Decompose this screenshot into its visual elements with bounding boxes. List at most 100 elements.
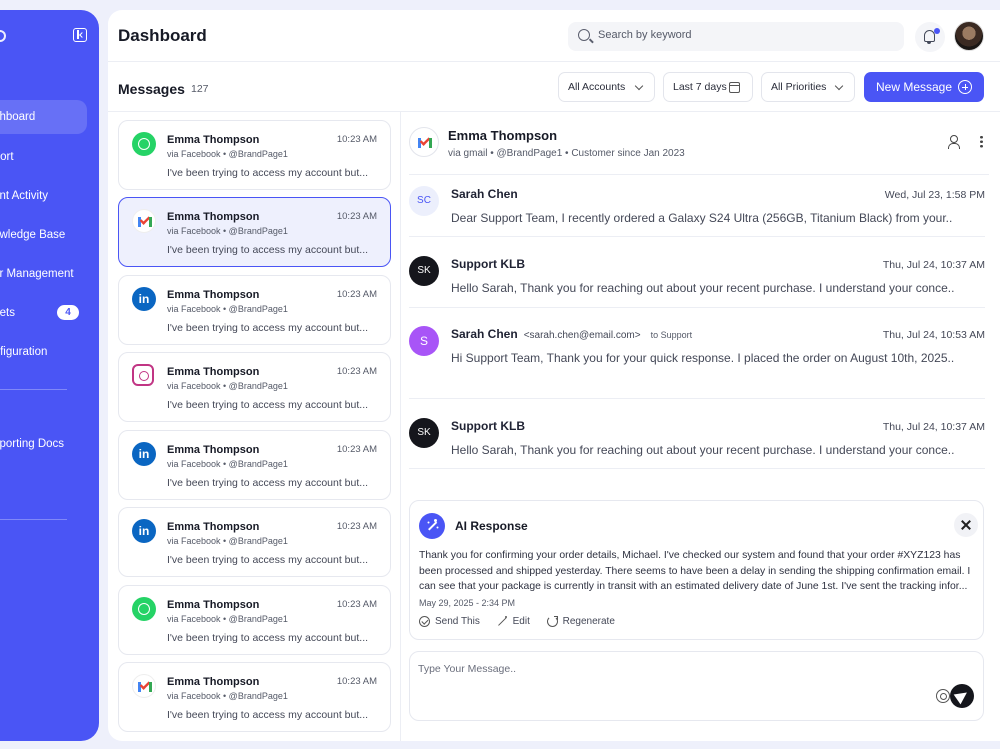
ai-response-actions: Send This Edit Regenerate xyxy=(419,616,629,627)
sidebar-item-configuration[interactable]: Configuration xyxy=(0,335,99,369)
more-options-icon[interactable] xyxy=(980,135,983,148)
sender-name: Sarah Chen <sarah.chen@email.com> to Suppo… xyxy=(451,327,692,341)
sender-name-text: Sarah Chen xyxy=(451,327,518,341)
whatsapp-icon xyxy=(132,132,156,156)
message-card[interactable]: Emma Thompson 10:23 AM via Facebook • @B… xyxy=(118,120,391,190)
message-timestamp: Thu, Jul 24, 10:37 AM xyxy=(882,259,985,271)
sidebar-item-user-management[interactable]: User Management xyxy=(0,257,99,291)
sender-name: Support KLB xyxy=(451,257,525,271)
message-body: Hi Support Team, Thank you for your quic… xyxy=(451,351,955,365)
messages-toolbar: Messages 127 All Accounts Last 7 days Al… xyxy=(108,62,1000,112)
ai-response-line: can see that your package is currently i… xyxy=(419,581,968,592)
sidebar-item-agent-activity[interactable]: Agent Activity xyxy=(0,179,99,213)
search-icon xyxy=(578,29,590,41)
message-card-selected[interactable]: Emma Thompson 10:23 AM via Facebook • @B… xyxy=(118,197,391,267)
sidebar-item-label: Knowledge Base xyxy=(0,229,66,241)
gmail-icon xyxy=(409,127,439,157)
accounts-filter-label: All Accounts xyxy=(568,81,626,93)
sidebar-item-dashboard[interactable]: Dashboard xyxy=(0,100,87,134)
message-via: via Facebook • @BrandPage1 xyxy=(167,536,288,546)
message-preview: I've been trying to access my account bu… xyxy=(167,709,369,721)
message-card[interactable]: Emma Thompson 10:23 AM via Facebook • @B… xyxy=(118,352,391,422)
message-time: 10:23 AM xyxy=(336,444,377,455)
send-this-button[interactable]: Send This xyxy=(419,616,480,627)
new-message-button[interactable]: New Message xyxy=(864,72,984,102)
thread-divider xyxy=(409,307,985,308)
refresh-icon xyxy=(546,616,558,627)
whatsapp-icon xyxy=(132,597,156,621)
notifications-button[interactable] xyxy=(915,22,945,52)
priorities-filter-dropdown[interactable]: All Priorities xyxy=(761,72,855,102)
tickets-count-badge: 4 xyxy=(57,305,79,320)
edit-button[interactable]: Edit xyxy=(497,616,530,627)
message-preview: I've been trying to access my account bu… xyxy=(167,632,369,644)
sender-email: <sarah.chen@email.com> xyxy=(523,330,641,341)
messages-count: 127 xyxy=(191,83,209,95)
search-box[interactable] xyxy=(568,22,904,51)
sidebar-item-report[interactable]: Report xyxy=(0,140,99,174)
attachment-icon[interactable] xyxy=(936,689,950,703)
page-title: Dashboard xyxy=(118,26,207,45)
message-time: 10:23 AM xyxy=(336,211,377,222)
contact-profile-icon[interactable] xyxy=(948,135,960,149)
message-input[interactable] xyxy=(418,663,898,675)
contact-name: Emma Thompson xyxy=(448,128,558,143)
close-icon[interactable] xyxy=(954,513,978,537)
regenerate-button[interactable]: Regenerate xyxy=(546,616,615,627)
message-via: via Facebook • @BrandPage1 xyxy=(167,459,288,469)
message-card[interactable]: Emma Thompson 10:23 AM via Facebook • @B… xyxy=(118,662,391,732)
edit-label: Edit xyxy=(512,616,530,627)
sidebar-item-supporting-docs[interactable]: Supporting Docs xyxy=(0,427,99,461)
instagram-icon xyxy=(132,364,154,386)
collapse-sidebar-icon[interactable] xyxy=(73,28,87,42)
sidebar-item-label: Configuration xyxy=(0,346,48,358)
message-sender: Emma Thompson xyxy=(167,289,260,301)
message-time: 10:23 AM xyxy=(336,289,377,300)
message-sender: Emma Thompson xyxy=(167,444,260,456)
ai-response-card: AI Response Thank you for confirming you… xyxy=(409,500,984,640)
message-time: 10:23 AM xyxy=(336,134,377,145)
message-time: 10:23 AM xyxy=(336,599,377,610)
sidebar-item-label: Agent Activity xyxy=(0,190,49,202)
message-time: 10:23 AM xyxy=(336,676,377,687)
message-preview: I've been trying to access my account bu… xyxy=(167,399,369,411)
accounts-filter-dropdown[interactable]: All Accounts xyxy=(558,72,655,102)
message-body: Hello Sarah, Thank you for reaching out … xyxy=(451,443,955,457)
sidebar-item-tickets[interactable]: Tickets 4 xyxy=(0,296,99,330)
thread-divider xyxy=(409,174,989,175)
message-composer xyxy=(409,651,984,721)
sender-name: Support KLB xyxy=(451,419,525,433)
thread-divider xyxy=(409,468,985,469)
user-avatar[interactable] xyxy=(954,21,984,51)
sidebar-top xyxy=(0,28,99,48)
main-panel: Dashboard Messages 127 All Accounts Last… xyxy=(108,10,1000,741)
thread-divider xyxy=(409,398,985,399)
message-card[interactable]: Emma Thompson 10:23 AM via Facebook • @B… xyxy=(118,585,391,655)
message-card[interactable]: in Emma Thompson 10:23 AM via Facebook •… xyxy=(118,275,391,345)
send-this-label: Send This xyxy=(435,616,480,627)
messages-title: Messages xyxy=(118,81,185,97)
sidebar-item-knowledge-base[interactable]: Knowledge Base xyxy=(0,218,99,252)
message-sender: Emma Thompson xyxy=(167,599,260,611)
message-body: Dear Support Team, I recently ordered a … xyxy=(451,211,953,225)
search-input[interactable] xyxy=(598,29,888,41)
sender-name: Sarah Chen xyxy=(451,187,518,201)
message-card[interactable]: in Emma Thompson 10:23 AM via Facebook •… xyxy=(118,430,391,500)
gmail-icon xyxy=(132,674,156,698)
message-via: via Facebook • @BrandPage1 xyxy=(167,226,288,236)
message-card[interactable]: in Emma Thompson 10:23 AM via Facebook •… xyxy=(118,507,391,577)
gmail-icon xyxy=(132,209,156,233)
period-filter-dropdown[interactable]: Last 7 days xyxy=(663,72,753,102)
ai-response-line: been processed and shipped yesterday. Th… xyxy=(419,565,971,577)
message-body: Hello Sarah, Thank you for reaching out … xyxy=(451,281,955,295)
notification-dot xyxy=(934,28,940,34)
recipient-label: to Support xyxy=(650,330,693,340)
chevron-down-icon xyxy=(634,81,644,91)
sidebar-divider xyxy=(0,519,67,520)
send-button[interactable] xyxy=(950,684,974,708)
message-via: via Facebook • @BrandPage1 xyxy=(167,381,288,391)
sidebar-item-label: User Management xyxy=(0,268,74,280)
message-sender: Emma Thompson xyxy=(167,366,260,378)
logo-icon xyxy=(0,30,6,42)
priorities-filter-label: All Priorities xyxy=(771,81,827,93)
